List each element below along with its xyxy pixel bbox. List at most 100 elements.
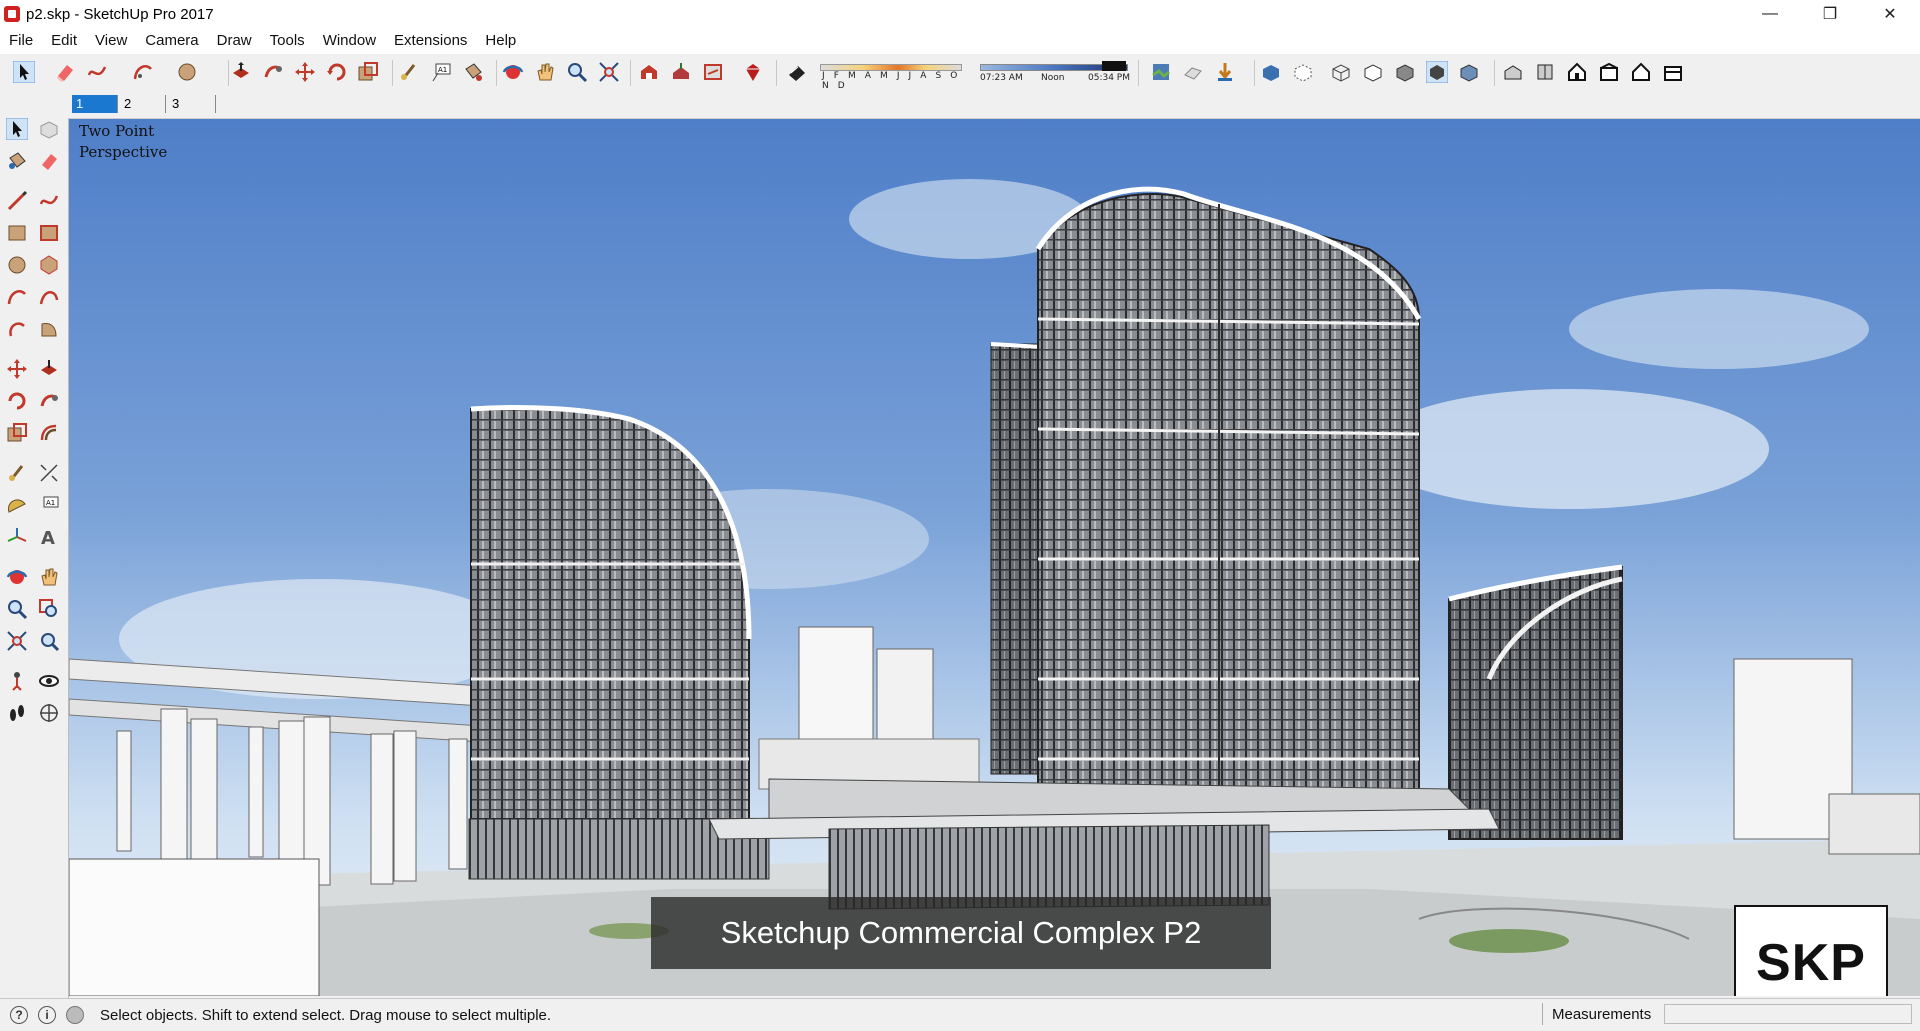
- top-view-icon[interactable]: [1534, 61, 1556, 83]
- text-tool-icon[interactable]: A1: [430, 61, 452, 83]
- front-view-icon[interactable]: [1566, 61, 1588, 83]
- zoom-window-icon[interactable]: [38, 598, 60, 620]
- shadow-time-slider[interactable]: 07:23 AM Noon 05:34 PM: [978, 60, 1130, 84]
- maximize-button[interactable]: ❐: [1800, 0, 1860, 28]
- offset-icon[interactable]: [38, 422, 60, 444]
- model-viewport[interactable]: Two Point Perspective Sketchup Commercia…: [69, 119, 1920, 996]
- menu-file[interactable]: File: [0, 28, 42, 54]
- push-pull-icon[interactable]: [38, 358, 60, 380]
- dimension-icon[interactable]: [38, 462, 60, 484]
- paint-bucket-icon[interactable]: [6, 150, 28, 172]
- measurements-input[interactable]: [1664, 1004, 1912, 1024]
- menu-edit[interactable]: Edit: [42, 28, 86, 54]
- skp-logo-text: SKP: [1756, 934, 1866, 992]
- rotate-icon[interactable]: [6, 390, 28, 412]
- monochrome-icon[interactable]: [1458, 61, 1480, 83]
- circle-icon[interactable]: [6, 254, 28, 276]
- text-tool-icon[interactable]: A1: [38, 494, 60, 516]
- move-icon[interactable]: [6, 358, 28, 380]
- menu-draw[interactable]: Draw: [208, 28, 261, 54]
- add-location-icon[interactable]: [1150, 61, 1172, 83]
- look-around-icon[interactable]: [38, 670, 60, 692]
- minimize-button[interactable]: —: [1740, 0, 1800, 28]
- menu-extensions[interactable]: Extensions: [385, 28, 476, 54]
- three-point-arc-icon[interactable]: [6, 318, 28, 340]
- back-edges-icon[interactable]: [1292, 61, 1314, 83]
- make-component-icon[interactable]: [38, 118, 60, 140]
- menu-window[interactable]: Window: [314, 28, 385, 54]
- zoom-icon[interactable]: [566, 61, 588, 83]
- previous-view-icon[interactable]: [38, 630, 60, 652]
- arc-icon[interactable]: [132, 61, 154, 83]
- pan-hand-icon[interactable]: [534, 61, 556, 83]
- extension-warehouse-icon[interactable]: [702, 61, 724, 83]
- geolocation-icon[interactable]: ?: [10, 1006, 28, 1024]
- rotated-rectangle-icon[interactable]: [38, 222, 60, 244]
- pie-icon[interactable]: [38, 318, 60, 340]
- back-view-icon[interactable]: [1630, 61, 1652, 83]
- user-account-icon[interactable]: [66, 1006, 84, 1024]
- push-pull-icon[interactable]: [230, 61, 252, 83]
- shaded-textures-icon[interactable]: [1426, 61, 1448, 83]
- pan-hand-icon[interactable]: [38, 566, 60, 588]
- two-point-arc-icon[interactable]: [38, 286, 60, 308]
- right-view-icon[interactable]: [1598, 61, 1620, 83]
- credits-icon[interactable]: i: [38, 1006, 56, 1024]
- skp-logo: SKP: [1734, 905, 1888, 996]
- eraser-icon[interactable]: [54, 61, 76, 83]
- scale-icon[interactable]: [6, 422, 28, 444]
- hidden-line-icon[interactable]: [1362, 61, 1384, 83]
- iso-view-icon[interactable]: [1502, 61, 1524, 83]
- menu-camera[interactable]: Camera: [136, 28, 207, 54]
- menu-tools[interactable]: Tools: [261, 28, 314, 54]
- zoom-extents-icon[interactable]: [6, 630, 28, 652]
- ruby-console-icon[interactable]: [742, 61, 764, 83]
- follow-me-icon[interactable]: [38, 390, 60, 412]
- xray-icon[interactable]: [1260, 61, 1282, 83]
- model-scene: [69, 119, 1920, 996]
- wireframe-icon[interactable]: [1330, 61, 1352, 83]
- rectangle-icon[interactable]: [6, 222, 28, 244]
- circle-shape-icon[interactable]: [176, 61, 198, 83]
- protractor-icon[interactable]: [6, 494, 28, 516]
- zoom-icon[interactable]: [6, 598, 28, 620]
- toggle-terrain-icon[interactable]: [1182, 61, 1204, 83]
- move-icon[interactable]: [294, 61, 316, 83]
- rotate-icon[interactable]: [326, 61, 348, 83]
- shadows-toggle-icon[interactable]: [786, 61, 808, 83]
- menu-help[interactable]: Help: [476, 28, 525, 54]
- eraser-icon[interactable]: [38, 150, 60, 172]
- select-icon[interactable]: [6, 118, 28, 140]
- zoom-extents-icon[interactable]: [598, 61, 620, 83]
- section-plane-icon[interactable]: [38, 702, 60, 724]
- scene-tab-3[interactable]: 3: [168, 95, 216, 113]
- follow-me-icon[interactable]: [262, 61, 284, 83]
- walk-icon[interactable]: [6, 702, 28, 724]
- share-model-icon[interactable]: [670, 61, 692, 83]
- photo-texture-icon[interactable]: [1214, 61, 1236, 83]
- freehand-icon[interactable]: [38, 190, 60, 212]
- polygon-icon[interactable]: [38, 254, 60, 276]
- axes-icon[interactable]: [6, 526, 28, 548]
- shaded-icon[interactable]: [1394, 61, 1416, 83]
- select-arrow-icon[interactable]: [13, 61, 35, 83]
- arc-icon[interactable]: [6, 286, 28, 308]
- tape-measure-icon[interactable]: [6, 462, 28, 484]
- shadow-month-slider[interactable]: J F M A M J J A S O N D: [820, 60, 962, 91]
- close-button[interactable]: ✕: [1860, 0, 1920, 28]
- 3d-text-icon[interactable]: A: [38, 526, 60, 548]
- left-view-icon[interactable]: [1662, 61, 1684, 83]
- orbit-icon[interactable]: [6, 566, 28, 588]
- freehand-icon[interactable]: [86, 61, 108, 83]
- paint-bucket-icon[interactable]: [462, 61, 484, 83]
- menu-view[interactable]: View: [86, 28, 136, 54]
- tape-measure-icon[interactable]: [398, 61, 420, 83]
- warehouse-icon[interactable]: [638, 61, 660, 83]
- position-camera-icon[interactable]: [6, 670, 28, 692]
- scale-icon[interactable]: [357, 61, 379, 83]
- orbit-icon[interactable]: [502, 61, 524, 83]
- scene-tab-1[interactable]: 1: [72, 95, 118, 113]
- shadow-time-thumb[interactable]: [1102, 61, 1126, 71]
- scene-tab-2[interactable]: 2: [120, 95, 166, 113]
- line-pencil-icon[interactable]: [6, 190, 28, 212]
